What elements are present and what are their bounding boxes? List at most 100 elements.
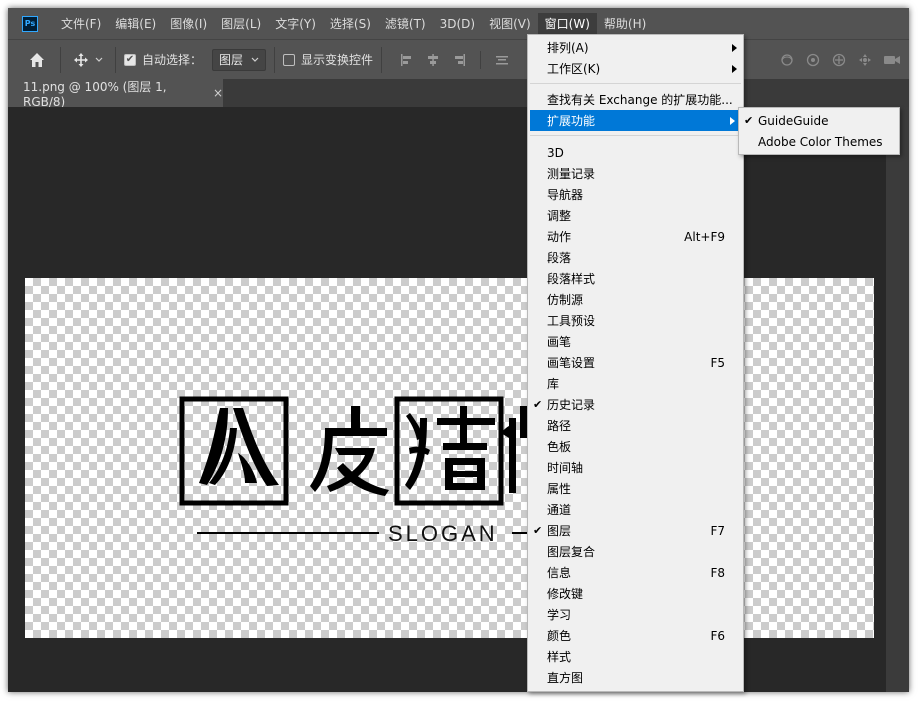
menu-type[interactable]: 文字(Y) [268, 13, 323, 35]
menu-item-layers[interactable]: ✔ 图层 F7 [528, 520, 743, 541]
menu-item-info[interactable]: 信息 F8 [528, 562, 743, 583]
menu-item-label: 路径 [547, 419, 572, 433]
menu-item-label: 历史记录 [547, 398, 596, 412]
toolbar-divider [381, 46, 383, 73]
3d-orbit-icon[interactable] [779, 52, 795, 68]
menu-item-tool-presets[interactable]: 工具预设 [528, 310, 743, 331]
menu-item-label: 修改键 [547, 587, 584, 601]
menu-view[interactable]: 视图(V) [482, 13, 538, 35]
menu-layer[interactable]: 图层(L) [214, 13, 268, 35]
menu-item-layer-comps[interactable]: 图层复合 [528, 541, 743, 562]
submenu-item-label: GuideGuide [758, 113, 829, 128]
check-icon: ✔ [533, 524, 543, 537]
menu-item-label: 画笔 [547, 335, 572, 349]
3d-roll-icon[interactable] [805, 52, 821, 68]
menu-item-measurement-log[interactable]: 测量记录 [528, 163, 743, 184]
menu-item-brushes[interactable]: 画笔 [528, 331, 743, 352]
options-bar: ✔ 自动选择： 图层 显示变换控件 [8, 39, 909, 79]
menu-separator [530, 135, 741, 136]
move-tool-preset[interactable] [69, 52, 107, 68]
3d-pan-icon[interactable] [831, 52, 847, 68]
3d-camera-icon[interactable] [883, 52, 901, 68]
submenu-item-adobe-color-themes[interactable]: Adobe Color Themes [739, 131, 899, 152]
menu-item-brush-settings[interactable]: 画笔设置 F5 [528, 352, 743, 373]
menu-item-label: 动作 [547, 230, 572, 244]
menu-item-clone-source[interactable]: 仿制源 [528, 289, 743, 310]
close-icon[interactable]: × [213, 86, 223, 100]
menu-image[interactable]: 图像(I) [163, 13, 214, 35]
menu-item-adjustments[interactable]: 调整 [528, 205, 743, 226]
menu-item-histogram[interactable]: 直方图 [528, 667, 743, 688]
document-canvas[interactable]: SLOGAN [25, 278, 874, 638]
check-icon: ✔ [125, 54, 135, 65]
menu-item-workspace[interactable]: 工作区(K) [528, 58, 743, 79]
menu-item-styles[interactable]: 样式 [528, 646, 743, 667]
document-tab-title: 11.png @ 100% (图层 1, RGB/8) [23, 79, 167, 109]
menu-item-color[interactable]: 颜色 F6 [528, 625, 743, 646]
menu-item-swatches[interactable]: 色板 [528, 436, 743, 457]
toolbar-divider [274, 46, 276, 73]
menu-item-label: 画笔设置 [547, 356, 596, 370]
menu-file[interactable]: 文件(F) [54, 13, 108, 35]
extensions-submenu: ✔ GuideGuide Adobe Color Themes [738, 107, 900, 155]
menu-item-label: 工具预设 [547, 314, 596, 328]
menu-item-label: 学习 [547, 608, 572, 622]
menu-item-paragraph[interactable]: 段落 [528, 247, 743, 268]
menu-item-label: 库 [547, 377, 560, 391]
check-icon: ✔ [744, 114, 754, 127]
document-tab[interactable]: 11.png @ 100% (图层 1, RGB/8) × [8, 79, 223, 109]
menu-item-3d[interactable]: 3D [528, 142, 743, 163]
menu-item-label: 样式 [547, 650, 572, 664]
check-icon: ✔ [533, 398, 543, 411]
menu-item-find-extensions[interactable]: 查找有关 Exchange 的扩展功能... [528, 89, 743, 110]
menu-item-label: 3D [547, 145, 564, 160]
menu-item-properties[interactable]: 属性 [528, 478, 743, 499]
menu-item-paths[interactable]: 路径 [528, 415, 743, 436]
menu-help[interactable]: 帮助(H) [597, 13, 653, 35]
submenu-item-guideguide[interactable]: ✔ GuideGuide [739, 110, 899, 131]
submenu-item-label: Adobe Color Themes [758, 134, 883, 149]
vertical-scrollbar[interactable] [886, 107, 909, 692]
auto-select-checkbox[interactable]: ✔ [124, 53, 136, 66]
menu-item-label: 信息 [547, 566, 572, 580]
menu-item-shortcut: F8 [710, 565, 725, 580]
3d-slide-icon[interactable] [857, 52, 873, 68]
menu-item-navigator[interactable]: 导航器 [528, 184, 743, 205]
home-button[interactable] [22, 46, 52, 74]
menu-item-learn[interactable]: 学习 [528, 604, 743, 625]
menu-item-timeline[interactable]: 时间轴 [528, 457, 743, 478]
menu-item-modifier-keys[interactable]: 修改键 [528, 583, 743, 604]
show-transform-label: 显示变换控件 [301, 53, 374, 67]
show-transform-checkbox[interactable] [283, 53, 296, 66]
auto-select-target-value: 图层 [219, 53, 244, 67]
submenu-arrow-icon [732, 43, 737, 52]
align-center-icon[interactable] [426, 53, 440, 67]
menu-separator [530, 83, 741, 84]
align-left-icon[interactable] [400, 53, 414, 67]
menu-item-actions[interactable]: 动作 Alt+F9 [528, 226, 743, 247]
window-menu-dropdown: 排列(A) 工作区(K) 查找有关 Exchange 的扩展功能... 扩展功能… [527, 34, 744, 692]
menu-select[interactable]: 选择(S) [323, 13, 378, 35]
menu-filter[interactable]: 滤镜(T) [378, 13, 433, 35]
logo-artwork [179, 396, 537, 534]
menu-item-extensions[interactable]: 扩展功能 [530, 110, 741, 131]
document-tab-bar: 11.png @ 100% (图层 1, RGB/8) × [8, 79, 909, 109]
menu-item-arrange[interactable]: 排列(A) [528, 37, 743, 58]
menu-item-libraries[interactable]: 库 [528, 373, 743, 394]
align-right-icon[interactable] [452, 53, 466, 67]
document-workspace[interactable]: SLOGAN [8, 107, 886, 692]
align-top-icon[interactable] [495, 53, 509, 67]
menu-item-label: 图层 [547, 524, 572, 538]
menu-3d[interactable]: 3D(D) [433, 13, 482, 35]
menu-item-label: 属性 [547, 482, 572, 496]
auto-select-target-dropdown[interactable]: 图层 [212, 48, 267, 71]
toolbar-divider [60, 46, 61, 73]
menu-item-paragraph-styles[interactable]: 段落样式 [528, 268, 743, 289]
menu-item-label: 工作区(K) [547, 62, 601, 76]
menu-edit[interactable]: 编辑(E) [108, 13, 163, 35]
menu-item-label: 导航器 [547, 188, 584, 202]
menu-item-channels[interactable]: 通道 [528, 499, 743, 520]
menu-item-history[interactable]: ✔ 历史记录 [528, 394, 743, 415]
menu-window[interactable]: 窗口(W) [537, 12, 597, 35]
submenu-arrow-icon [730, 116, 735, 125]
